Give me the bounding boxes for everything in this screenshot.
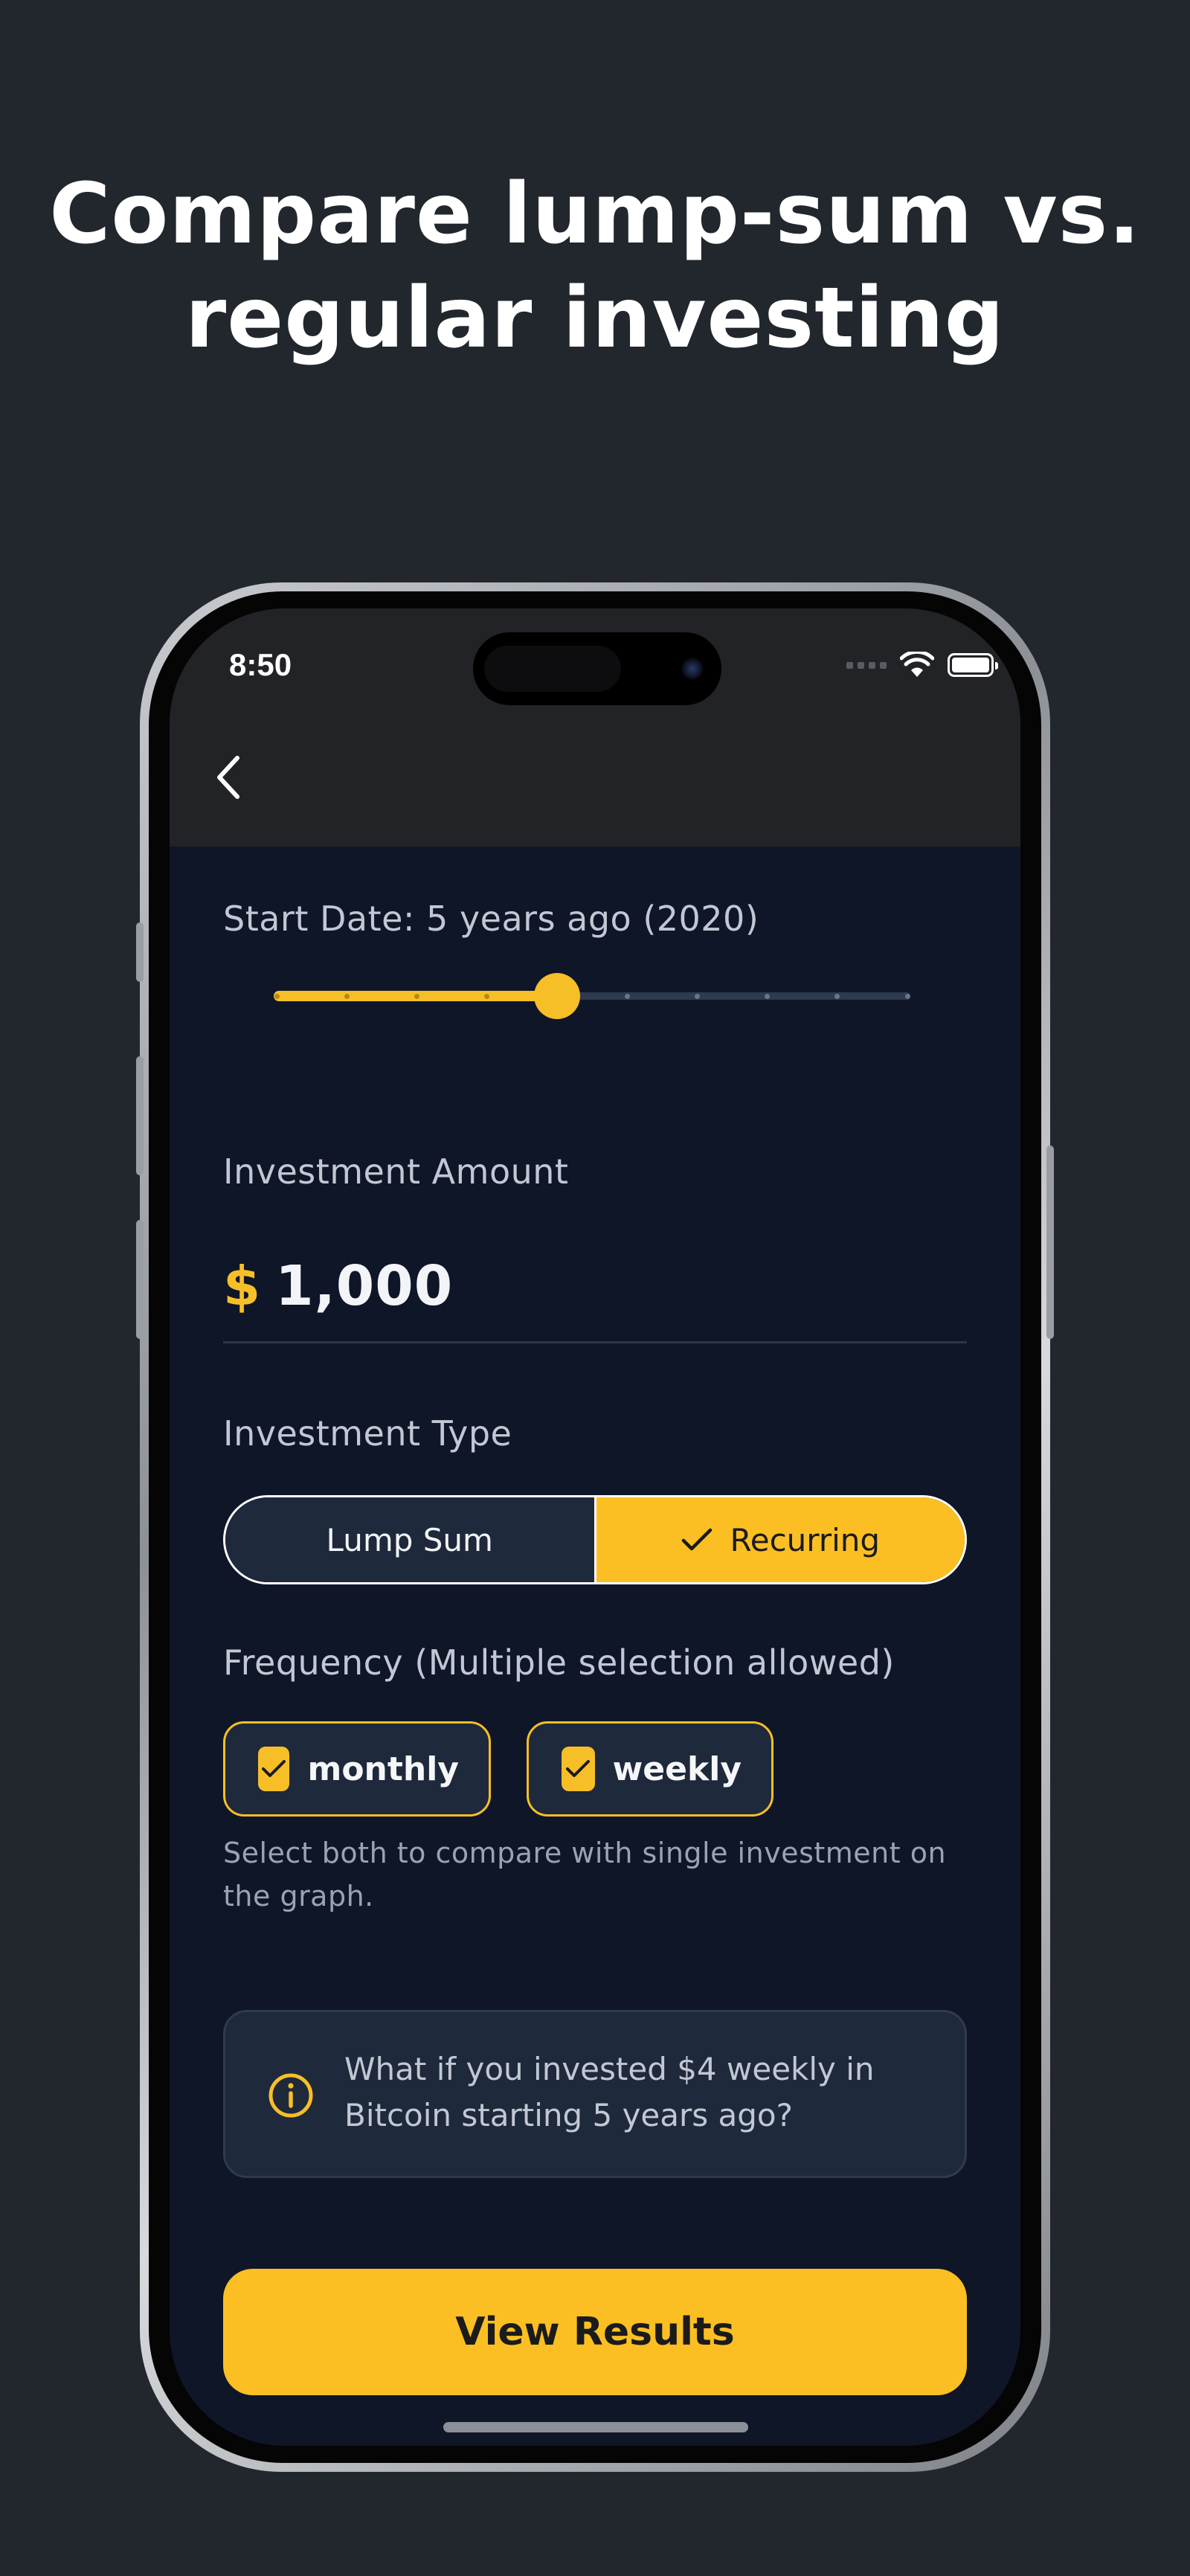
info-icon [268, 2073, 313, 2118]
view-results-button[interactable]: View Results [223, 2269, 967, 2395]
frequency-label: Frequency (Multiple selection allowed) [223, 1642, 895, 1683]
status-icons [846, 650, 998, 680]
phone-volume-down-button [136, 1220, 144, 1339]
weekly-checkbox[interactable] [562, 1747, 595, 1791]
island-sensor [484, 646, 621, 692]
frequency-option-monthly[interactable]: monthly [223, 1721, 491, 1817]
checkmark-icon [262, 1760, 286, 1777]
chevron-left-icon [217, 756, 239, 799]
info-text: What if you invested $4 weekly in Bitcoi… [344, 2046, 924, 2139]
frequency-hint: Select both to compare with single inves… [223, 1831, 974, 1918]
start-date-label: Start Date: 5 years ago (2020) [223, 899, 759, 939]
frequency-hint-line-2: the graph. [223, 1880, 374, 1912]
currency-symbol: $ [223, 1255, 261, 1317]
recurring-label: Recurring [730, 1521, 881, 1558]
recurring-option[interactable]: Recurring [596, 1497, 965, 1582]
checkmark-icon [566, 1760, 591, 1777]
slider-tick [344, 994, 350, 999]
phone-power-button [1046, 1146, 1054, 1339]
investment-amount-value[interactable]: 1,000 [275, 1254, 453, 1318]
investment-amount-label: Investment Amount [223, 1152, 569, 1192]
wifi-icon [900, 652, 934, 677]
slider-tick [414, 994, 419, 999]
frequency-option-weekly[interactable]: weekly [527, 1721, 774, 1817]
frequency-hint-line-1: Select both to compare with single inves… [223, 1837, 947, 1869]
headline: Compare lump-sum vs. regular investing [0, 162, 1190, 370]
info-text-line-2: Bitcoin starting 5 years ago? [344, 2097, 793, 2133]
slider-tick [274, 994, 280, 999]
lump-sum-label: Lump Sum [326, 1521, 493, 1558]
slider-tick [694, 994, 700, 999]
info-card: What if you invested $4 weekly in Bitcoi… [223, 2010, 967, 2178]
signal-icon [846, 661, 887, 669]
monthly-label: monthly [307, 1750, 459, 1788]
amount-underline [223, 1341, 967, 1343]
dynamic-island [473, 632, 721, 705]
slider-tick [624, 994, 630, 999]
headline-line-2: regular investing [185, 270, 1005, 367]
info-text-line-1: What if you invested $4 weekly in [344, 2051, 875, 2087]
front-camera-icon [681, 658, 704, 680]
phone-screen: 8:50 Start Date: 5 years ago (2020) Inve… [170, 608, 1020, 2446]
slider-tick [765, 994, 771, 999]
phone-volume-up-button [136, 1056, 144, 1175]
headline-line-1: Compare lump-sum vs. [49, 166, 1141, 263]
monthly-checkbox[interactable] [258, 1747, 290, 1791]
slider-tick [904, 994, 910, 999]
weekly-label: weekly [612, 1750, 742, 1788]
investment-type-label: Investment Type [223, 1413, 512, 1454]
battery-icon [948, 653, 998, 677]
status-time: 8:50 [229, 647, 292, 682]
investment-amount-field[interactable]: $ 1,000 [223, 1254, 453, 1318]
start-date-slider[interactable] [274, 973, 910, 1019]
lump-sum-option[interactable]: Lump Sum [225, 1497, 596, 1582]
slider-thumb[interactable] [533, 973, 580, 1019]
back-button[interactable] [202, 751, 254, 803]
home-indicator[interactable] [443, 2422, 748, 2432]
investment-type-toggle: Lump Sum Recurring [223, 1495, 967, 1584]
phone-action-button [136, 922, 144, 982]
header-bar: 8:50 [170, 608, 1020, 847]
checkmark-icon [682, 1528, 713, 1551]
